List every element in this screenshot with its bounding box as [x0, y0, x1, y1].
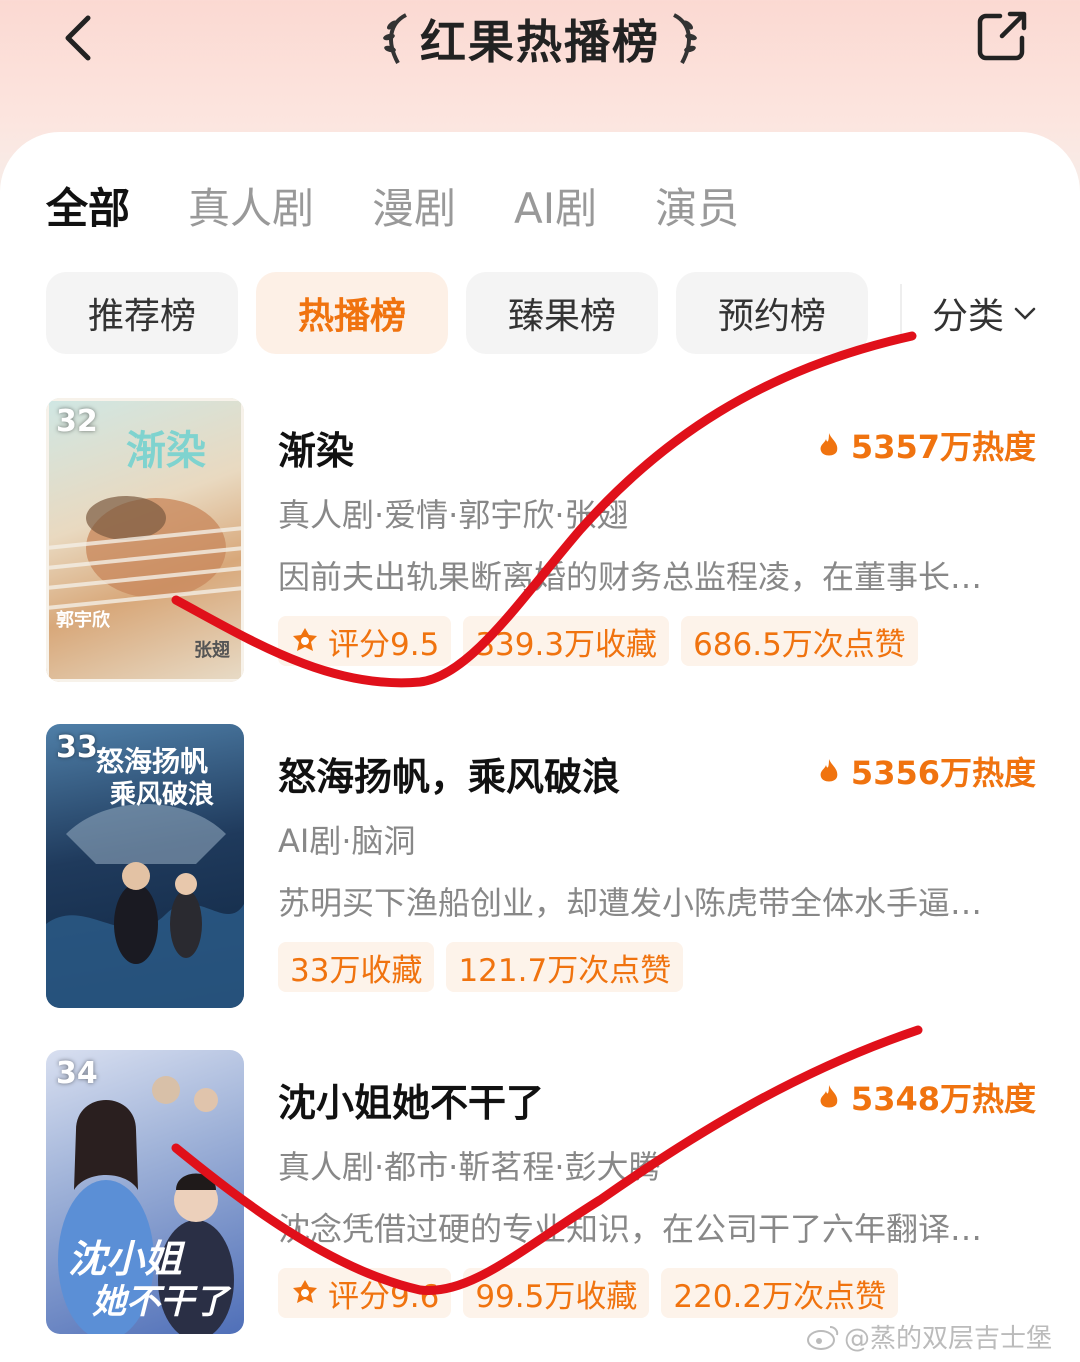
tab-anime[interactable]: 漫剧: [372, 184, 456, 234]
heat-value: 5357万热度: [850, 428, 1036, 466]
item-description: 沈念凭借过硬的专业知识，在公司干了六年翻译…: [278, 1210, 983, 1248]
fire-icon: [820, 433, 838, 456]
rating-star-icon: [293, 1280, 317, 1303]
share-button[interactable]: [972, 6, 1032, 66]
likes-badge: 686.5万次点赞: [681, 616, 918, 666]
chip-premium[interactable]: 臻果榜: [466, 272, 658, 354]
list-item[interactable]: 33 怒海扬帆 乘风破浪 怒海扬帆，乘风破浪 5356万热度 AI剧·脑洞 苏明…: [46, 724, 1036, 1008]
chip-hot[interactable]: 热播榜: [256, 272, 448, 354]
heat-score: 5356万热度: [817, 748, 1036, 794]
heat-score: 5348万热度: [817, 1074, 1036, 1120]
likes-badge: 121.7万次点赞: [446, 942, 684, 992]
favorites-badge: 99.5万收藏: [463, 1268, 650, 1318]
rating-star-icon: [293, 628, 317, 651]
page-title-group: 红果热播榜: [368, 4, 712, 74]
poster-title-line2: 乘风破浪: [110, 780, 215, 810]
top-bar: 红果热播榜: [0, 0, 1080, 90]
item-meta: 真人剧·都市·靳茗程·彭大腾: [278, 1148, 661, 1186]
item-meta: AI剧·脑洞: [278, 822, 416, 860]
tab-all[interactable]: 全部: [46, 184, 130, 234]
item-title[interactable]: 沈小姐她不干了: [278, 1072, 544, 1127]
rank-number: 32: [56, 404, 98, 439]
chevron-left-icon: [65, 15, 91, 61]
chip-reserve[interactable]: 预约榜: [676, 272, 868, 354]
heat-value: 5356万热度: [850, 754, 1036, 792]
weibo-icon: [807, 1325, 839, 1350]
poster-image[interactable]: 33 怒海扬帆 乘风破浪: [46, 724, 244, 1008]
tab-live-action[interactable]: 真人剧: [188, 184, 314, 234]
category-filter-button[interactable]: 分类: [932, 272, 1038, 354]
list-item[interactable]: 32 渐染 郭宇欣 张翅 渐染 5357万热度 真人剧·爱情·郭宇欣·张翅 因前…: [46, 398, 1036, 682]
item-tags: 33万收藏 121.7万次点赞: [278, 942, 695, 992]
poster-title: 渐染: [126, 427, 206, 474]
watermark: @蒸的双层吉士堡: [806, 1318, 1052, 1355]
item-description: 苏明买下渔船创业，却遭发小陈虎带全体水手逼…: [278, 884, 983, 922]
back-button[interactable]: [52, 6, 112, 66]
rank-number: 34: [56, 1056, 98, 1091]
ranking-chips: 推荐榜 热播榜 臻果榜 预约榜 分类: [46, 272, 1046, 354]
rank-number: 33: [56, 730, 98, 765]
item-description: 因前夫出轨果断离婚的财务总监程凌，在董事长…: [278, 558, 983, 596]
poster-title-line2: 她不干了: [92, 1282, 228, 1322]
chip-divider: [900, 284, 902, 342]
list-item[interactable]: 34 沈小姐 她不干了 沈小姐她不干了 5348万热度 真人剧·都市·靳茗程·彭…: [46, 1050, 1036, 1334]
poster-actor-right: 张翅: [194, 640, 230, 661]
chevron-down-icon: [1014, 307, 1036, 320]
item-tags: 评分9.5 339.3万收藏 686.5万次点赞: [278, 616, 930, 666]
favorites-badge: 33万收藏: [278, 942, 435, 992]
fire-icon: [820, 1085, 838, 1108]
poster-image[interactable]: 34 沈小姐 她不干了: [46, 1050, 244, 1334]
favorites-badge: 339.3万收藏: [463, 616, 670, 666]
category-filter-label: 分类: [932, 296, 1005, 337]
poster-actor-left: 郭宇欣: [56, 610, 110, 631]
watermark-text: @蒸的双层吉士堡: [844, 1324, 1053, 1354]
tab-actors[interactable]: 演员: [655, 184, 739, 234]
item-meta: 真人剧·爱情·郭宇欣·张翅: [278, 496, 629, 534]
laurel-left-icon: [383, 13, 408, 64]
page-title: 红果热播榜: [420, 15, 660, 69]
likes-badge: 220.2万次点赞: [661, 1268, 899, 1318]
chip-recommend[interactable]: 推荐榜: [46, 272, 238, 354]
share-icon: [977, 11, 1027, 61]
item-tags: 评分9.6 99.5万收藏 220.2万次点赞: [278, 1268, 910, 1318]
category-tabs: 全部 真人剧 漫剧 AI剧 演员: [46, 184, 797, 234]
item-title[interactable]: 渐染: [278, 420, 354, 475]
rating-badge: 评分9.6: [278, 1268, 452, 1318]
rating-badge: 评分9.5: [278, 616, 452, 666]
tab-ai[interactable]: AI剧: [514, 184, 597, 234]
rating-text: 评分9.5: [328, 626, 440, 663]
heat-value: 5348万热度: [850, 1080, 1036, 1118]
fire-icon: [820, 759, 838, 782]
rating-text: 评分9.6: [328, 1278, 440, 1315]
heat-score: 5357万热度: [817, 422, 1036, 468]
laurel-right-icon: [672, 13, 697, 64]
poster-image[interactable]: 32 渐染 郭宇欣 张翅: [46, 398, 244, 682]
item-title[interactable]: 怒海扬帆，乘风破浪: [278, 746, 620, 801]
